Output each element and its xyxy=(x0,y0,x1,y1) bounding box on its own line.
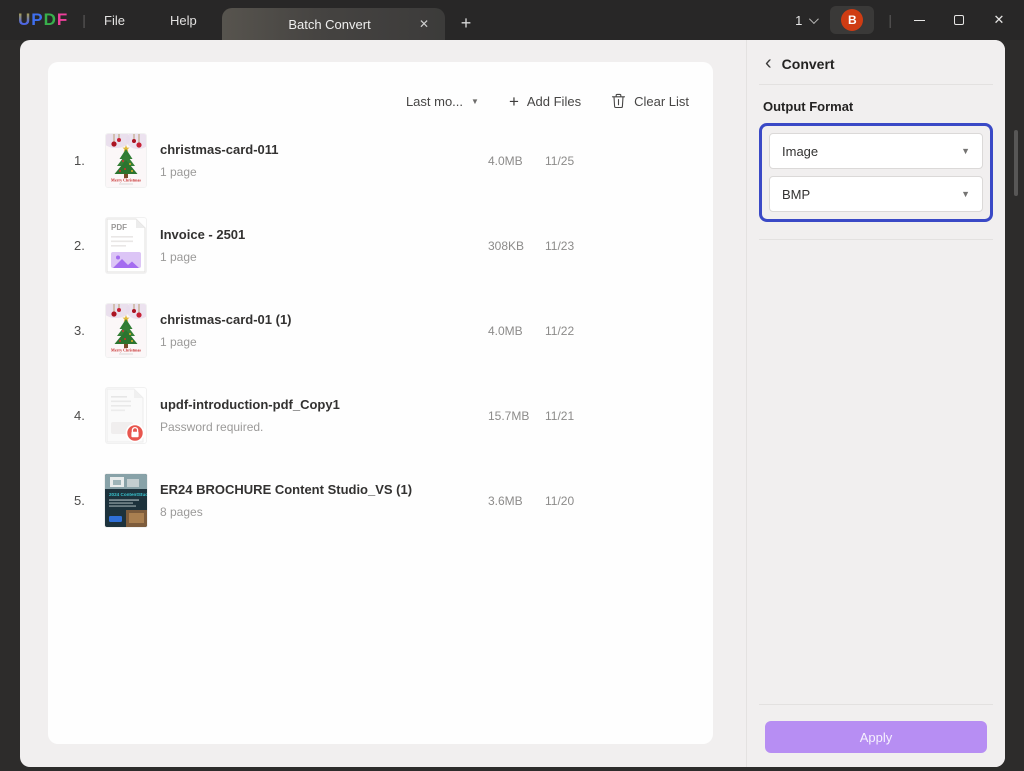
titlebar: UPDF | File Help Batch Convert ✕ + 1 B |… xyxy=(0,0,1024,40)
panel-title: Convert xyxy=(782,56,835,72)
logo-letter: F xyxy=(57,10,68,29)
convert-panel: ‹ Convert Output Format Image ▼ BMP ▼ Ap… xyxy=(746,40,1005,767)
file-pages: 1 page xyxy=(160,250,488,264)
output-format-label: Output Format xyxy=(763,99,993,114)
account-button[interactable]: B xyxy=(830,6,874,34)
minimize-button[interactable] xyxy=(906,7,932,33)
menu-help[interactable]: Help xyxy=(170,0,197,40)
new-tab-button[interactable]: + xyxy=(452,8,480,38)
apply-button[interactable]: Apply xyxy=(765,721,987,753)
close-icon: ✕ xyxy=(994,12,1005,28)
row-index: 4. xyxy=(74,408,94,423)
add-files-button[interactable]: + Add Files xyxy=(509,93,581,110)
file-name: Invoice - 2501 xyxy=(160,227,488,242)
scrollbar-thumb[interactable] xyxy=(1014,130,1018,196)
logo-letter: U xyxy=(18,10,31,29)
file-thumbnail-christmas-card: Merry Christmas xyxy=(106,134,146,187)
file-date: 11/22 xyxy=(545,324,713,338)
sort-dropdown[interactable]: Last mo... ▼ xyxy=(406,94,479,109)
titlebar-right: 1 B | ✕ xyxy=(795,0,1012,40)
clear-list-button[interactable]: Clear List xyxy=(611,93,689,109)
row-index: 5. xyxy=(74,493,94,508)
file-size: 4.0MB xyxy=(488,324,545,338)
file-date: 11/25 xyxy=(545,154,713,168)
chevron-left-icon: ‹ xyxy=(765,52,772,74)
plus-icon: + xyxy=(461,13,472,34)
titlebar-separator: | xyxy=(888,12,892,28)
clear-list-label: Clear List xyxy=(634,94,689,109)
trash-icon xyxy=(611,93,626,109)
file-date: 11/21 xyxy=(545,409,713,423)
row-index: 3. xyxy=(74,323,94,338)
file-pages: 1 page xyxy=(160,335,488,349)
format-type-select[interactable]: Image ▼ xyxy=(769,133,983,169)
file-thumbnail-brochure: 2024 ContentStudio xyxy=(105,474,147,527)
avatar: B xyxy=(841,9,863,31)
file-date: 11/23 xyxy=(545,239,713,253)
brand: UPDF | xyxy=(18,0,86,40)
file-date: 11/20 xyxy=(545,494,713,508)
file-row[interactable]: 1. xyxy=(48,118,713,203)
file-name: ER24 BROCHURE Content Studio_VS (1) xyxy=(160,482,488,497)
file-row[interactable]: 4. updf-int xyxy=(48,373,713,458)
close-button[interactable]: ✕ xyxy=(986,7,1012,33)
file-thumbnail-christmas-card: Merry Christmas xyxy=(106,304,146,357)
tab-close-button[interactable]: ✕ xyxy=(411,11,437,37)
page-count-value: 1 xyxy=(795,13,802,28)
panel-spacer xyxy=(747,240,1005,704)
format-select[interactable]: BMP ▼ xyxy=(769,176,983,212)
output-format-section: Output Format Image ▼ BMP ▼ xyxy=(747,85,1005,240)
tab-batch-convert[interactable]: Batch Convert ✕ xyxy=(222,8,445,40)
maximize-button[interactable] xyxy=(946,7,972,33)
add-files-label: Add Files xyxy=(527,94,581,109)
caret-down-icon: ▼ xyxy=(961,146,970,156)
svg-text:Merry Christmas: Merry Christmas xyxy=(111,178,141,183)
row-index: 1. xyxy=(74,153,94,168)
tab-label: Batch Convert xyxy=(222,17,411,32)
file-thumbnail-locked-pdf xyxy=(106,388,146,443)
file-size: 308KB xyxy=(488,239,545,253)
updf-logo: UPDF xyxy=(18,10,68,30)
logo-letter: D xyxy=(44,10,57,29)
maximize-icon xyxy=(954,15,964,25)
file-row[interactable]: 2. PDF Invoice - 2501 xyxy=(48,203,713,288)
file-name: updf-introduction-pdf_Copy1 xyxy=(160,397,488,412)
sort-label: Last mo... xyxy=(406,94,463,109)
svg-text:Merry Christmas: Merry Christmas xyxy=(111,348,141,353)
caret-down-icon: ▼ xyxy=(961,189,970,199)
file-pages: 1 page xyxy=(160,165,488,179)
file-row[interactable]: 3. xyxy=(48,288,713,373)
file-list-card: Last mo... ▼ + Add Files Clear List xyxy=(48,62,713,744)
menu-file[interactable]: File xyxy=(104,0,125,40)
panel-header: ‹ Convert xyxy=(747,40,1005,84)
format-value: BMP xyxy=(782,187,810,202)
format-type-value: Image xyxy=(782,144,818,159)
panel-footer: Apply xyxy=(747,705,1005,767)
page-count-dropdown[interactable]: 1 xyxy=(795,13,816,28)
plus-icon: + xyxy=(509,93,519,110)
file-size: 3.6MB xyxy=(488,494,545,508)
main-content: Last mo... ▼ + Add Files Clear List xyxy=(20,40,1005,767)
chevron-down-icon xyxy=(809,14,819,24)
format-highlight-box: Image ▼ BMP ▼ xyxy=(759,123,993,222)
file-thumbnail-pdf-invoice: PDF xyxy=(106,218,146,273)
file-size: 4.0MB xyxy=(488,154,545,168)
file-row[interactable]: 5. 2024 ContentStudio xyxy=(48,458,713,543)
file-password-note: Password required. xyxy=(160,420,488,434)
file-list: 1. xyxy=(48,118,713,543)
list-toolbar: Last mo... ▼ + Add Files Clear List xyxy=(48,62,713,118)
file-size: 15.7MB xyxy=(488,409,545,423)
minimize-icon xyxy=(914,20,925,21)
svg-text:PDF: PDF xyxy=(111,223,127,232)
svg-text:2024 ContentStudio: 2024 ContentStudio xyxy=(109,492,147,497)
titlebar-separator: | xyxy=(82,12,86,28)
back-button[interactable]: ‹ xyxy=(765,56,772,70)
file-pages: 8 pages xyxy=(160,505,488,519)
close-icon: ✕ xyxy=(419,17,429,31)
file-name: christmas-card-01 (1) xyxy=(160,312,488,327)
logo-letter: P xyxy=(31,10,43,29)
row-index: 2. xyxy=(74,238,94,253)
file-name: christmas-card-011 xyxy=(160,142,488,157)
caret-down-icon: ▼ xyxy=(471,97,479,106)
